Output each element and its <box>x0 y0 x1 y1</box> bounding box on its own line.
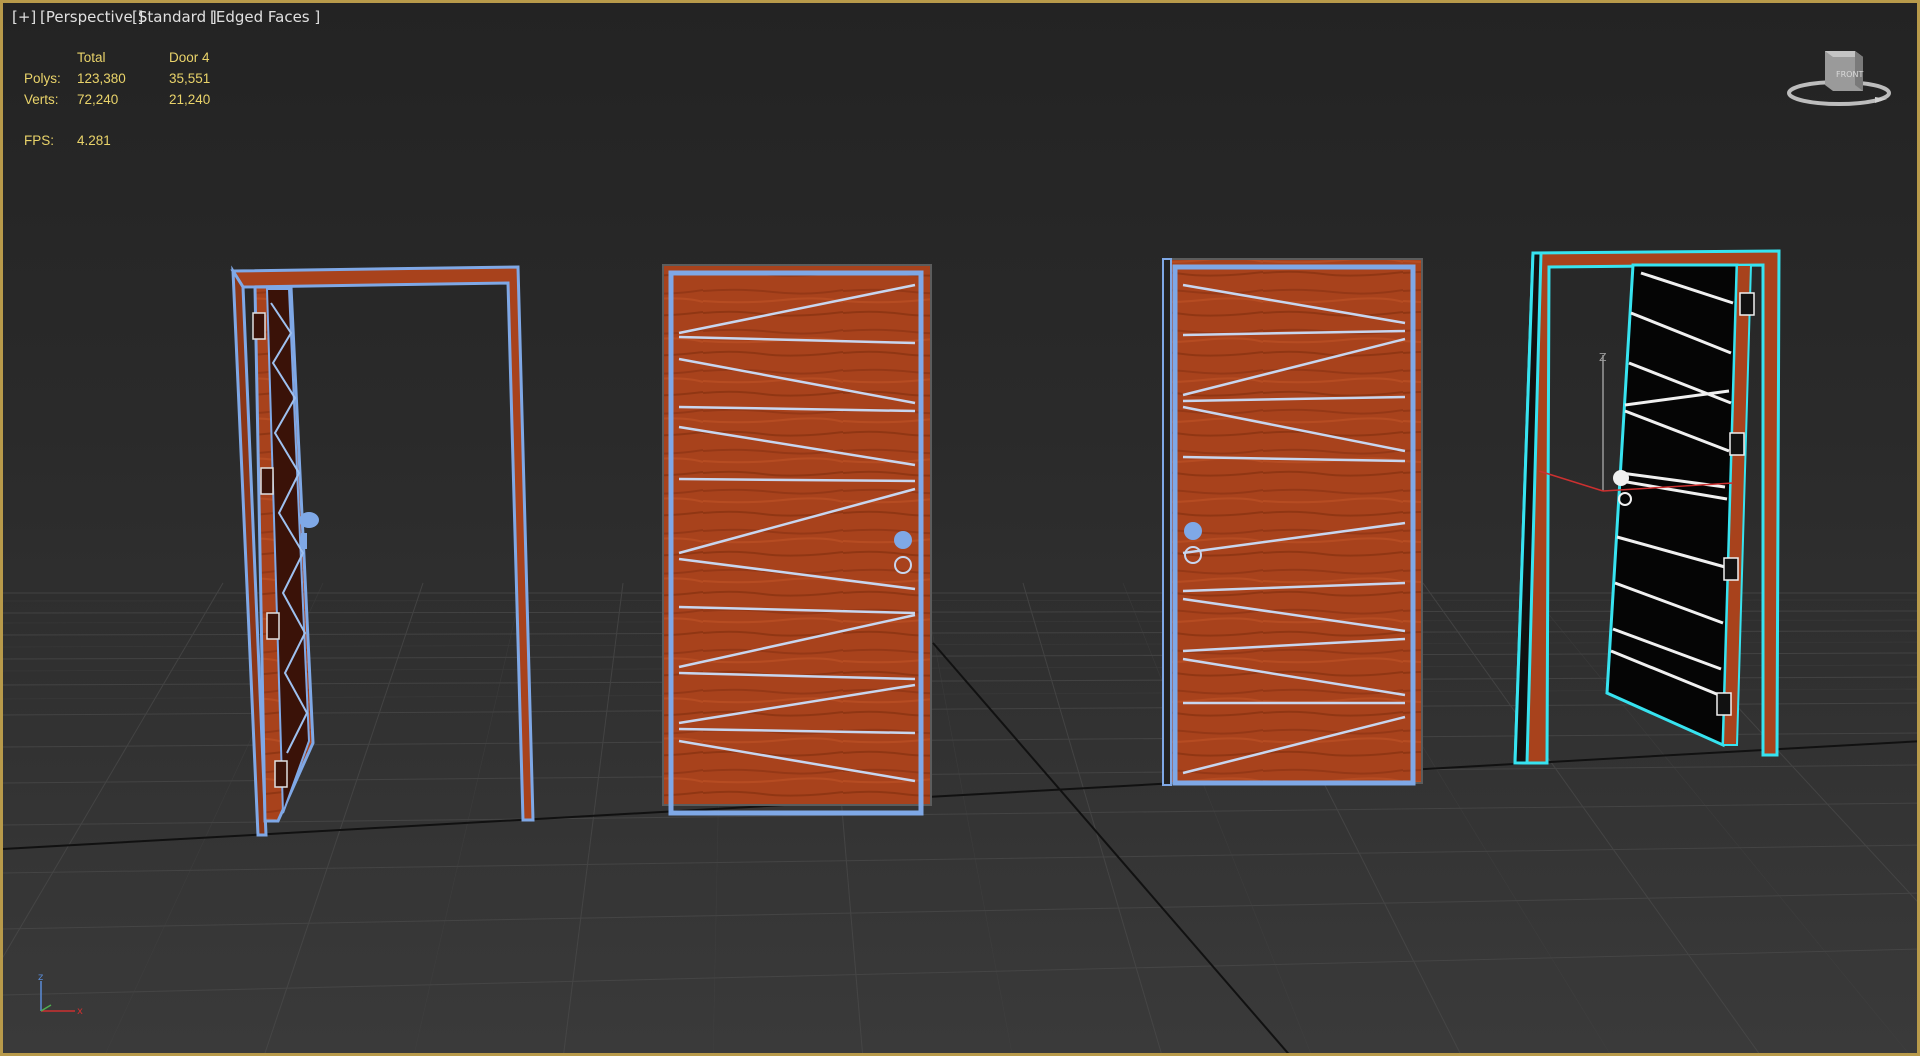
axis-tripod-icon: z x <box>38 972 83 1017</box>
viewport-point-of-view-label[interactable]: [Perspective ] <box>40 8 143 26</box>
door-3-closed[interactable] <box>1162 258 1423 786</box>
stats-polys-label: Polys: <box>24 71 61 86</box>
stats-fps-label: FPS: <box>24 133 55 148</box>
scene-canvas[interactable]: Z <box>3 3 1920 1056</box>
stats-fps-value: 4.281 <box>77 133 111 148</box>
stats-verts-selection: 21,240 <box>169 92 211 107</box>
viewport-display-label[interactable]: [Edged Faces ] <box>210 8 320 26</box>
stats-verts-total: 72,240 <box>77 92 119 107</box>
viewport-shading-label[interactable]: [Standard ] <box>132 8 217 26</box>
door-2-closed[interactable] <box>662 264 932 816</box>
door-1-open[interactable] <box>230 265 535 837</box>
perspective-viewport[interactable]: Z [+] [Perspective ] [Standard ] [Edged … <box>0 0 1920 1056</box>
door-4-selected[interactable]: Z <box>1513 249 1781 765</box>
axis-z-label: z <box>38 972 43 983</box>
viewport-menu-plus[interactable]: [+] <box>12 8 36 26</box>
stats-polys-total: 123,380 <box>77 71 126 86</box>
viewcube[interactable]: FRONT <box>1787 47 1897 113</box>
axis-x-label: x <box>77 1006 83 1017</box>
stats-verts-label: Verts: <box>24 92 59 107</box>
viewcube-front-face[interactable]: FRONT <box>1836 70 1863 79</box>
stats-total-header: Total <box>77 50 106 65</box>
stats-polys-selection: 35,551 <box>169 71 211 86</box>
stats-selection-header: Door 4 <box>169 50 210 65</box>
gizmo-z-label: Z <box>1599 351 1607 364</box>
